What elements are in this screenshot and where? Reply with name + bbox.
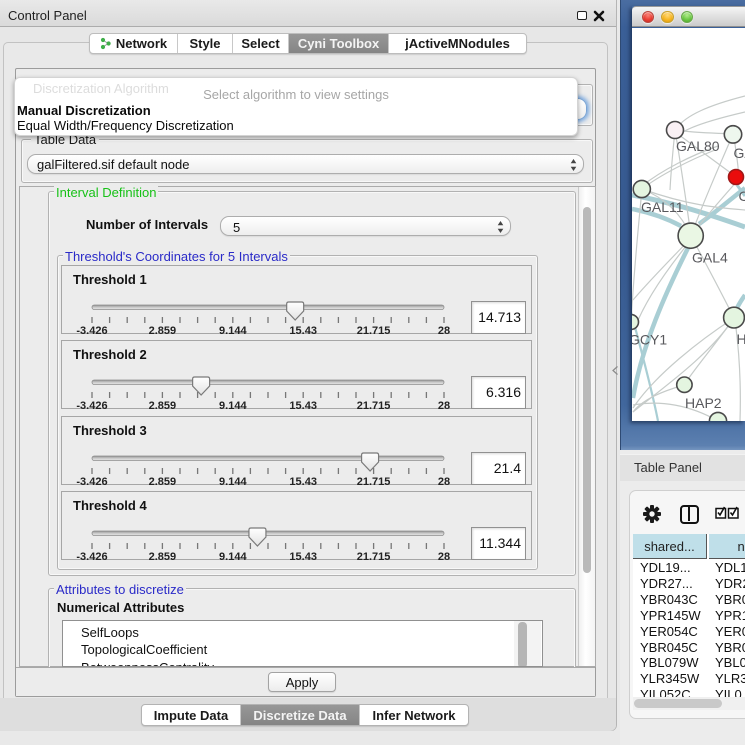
svg-text:GAL11: GAL11 — [641, 199, 684, 215]
svg-text:GAL4: GAL4 — [692, 250, 728, 266]
svg-text:2.859: 2.859 — [149, 551, 177, 561]
svg-text:15.43: 15.43 — [289, 400, 317, 410]
svg-text:21.715: 21.715 — [357, 551, 391, 561]
svg-text:GAL80: GAL80 — [676, 138, 720, 154]
svg-text:9.144: 9.144 — [219, 551, 247, 561]
svg-text:-3.426: -3.426 — [76, 551, 107, 561]
svg-text:2.859: 2.859 — [149, 325, 177, 335]
svg-text:28: 28 — [438, 325, 450, 335]
svg-text:21.715: 21.715 — [357, 325, 391, 335]
svg-text:21.715: 21.715 — [357, 400, 391, 410]
svg-text:28: 28 — [438, 400, 450, 410]
svg-text:-3.426: -3.426 — [76, 400, 107, 410]
svg-text:GA: GA — [734, 145, 745, 161]
svg-text:21.715: 21.715 — [357, 476, 391, 486]
svg-text:28: 28 — [438, 551, 450, 561]
svg-text:28: 28 — [438, 476, 450, 486]
svg-text:-3.426: -3.426 — [76, 325, 107, 335]
svg-text:2.859: 2.859 — [149, 400, 177, 410]
svg-text:15.43: 15.43 — [289, 476, 317, 486]
svg-text:GCY1: GCY1 — [632, 332, 667, 348]
svg-text:9.144: 9.144 — [219, 400, 247, 410]
svg-text:2.859: 2.859 — [149, 476, 177, 486]
svg-text:C: C — [739, 188, 745, 204]
svg-text:15.43: 15.43 — [289, 325, 317, 335]
svg-text:9.144: 9.144 — [219, 476, 247, 486]
svg-text:HAP2: HAP2 — [685, 395, 722, 411]
svg-text:-3.426: -3.426 — [76, 476, 107, 486]
svg-text:9.144: 9.144 — [219, 325, 247, 335]
svg-text:H: H — [737, 331, 745, 347]
svg-text:15.43: 15.43 — [289, 551, 317, 561]
